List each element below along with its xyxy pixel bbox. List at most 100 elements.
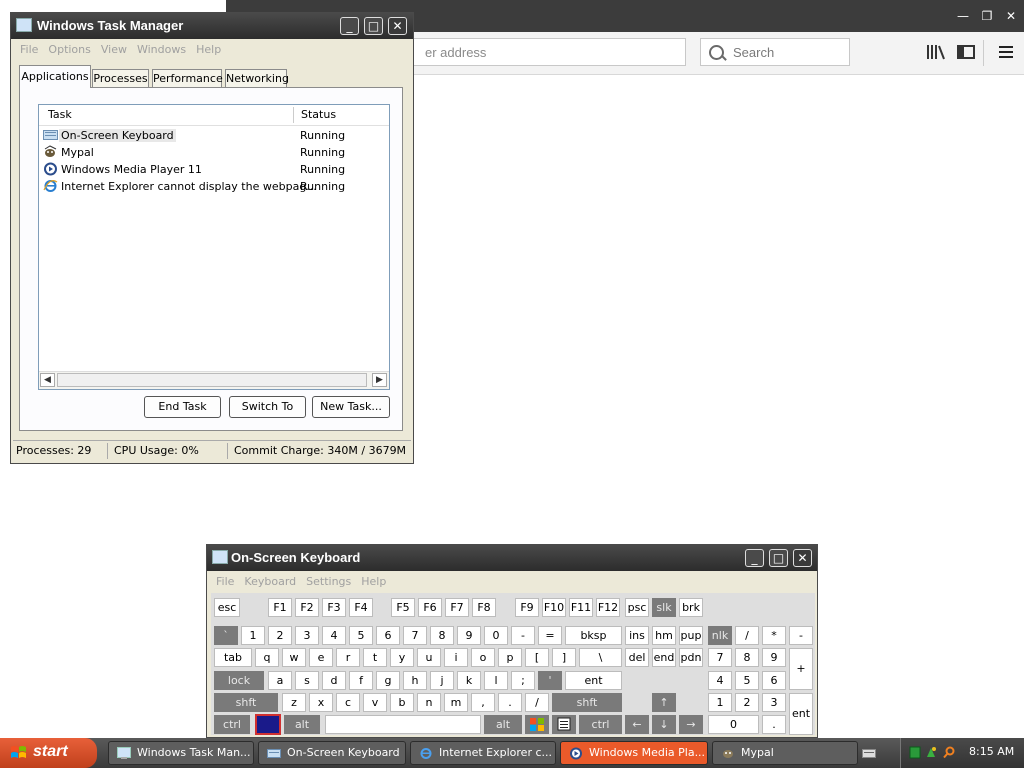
key-n[interactable]: n: [417, 693, 441, 712]
key-slk[interactable]: slk: [652, 598, 676, 617]
key-shift-right[interactable]: shft: [552, 693, 622, 712]
key-f12[interactable]: F12: [596, 598, 620, 617]
sidebar-icon[interactable]: [956, 44, 976, 60]
key-period[interactable]: .: [498, 693, 522, 712]
key-del[interactable]: del: [625, 648, 649, 667]
key-s[interactable]: s: [295, 671, 319, 690]
key-f3[interactable]: F3: [322, 598, 346, 617]
key-5[interactable]: 5: [349, 626, 373, 645]
task-row[interactable]: On-Screen Keyboard Running: [41, 127, 387, 144]
key-backslash[interactable]: \: [579, 648, 622, 667]
osk-menu-help[interactable]: Help: [361, 573, 386, 591]
menu-view[interactable]: View: [101, 41, 127, 59]
key-o[interactable]: o: [471, 648, 495, 667]
key-tab[interactable]: tab: [214, 648, 252, 667]
clock[interactable]: 8:15 AM: [969, 745, 1014, 758]
browser-restore-button[interactable]: ❐: [978, 8, 996, 24]
taskbar-item-ie[interactable]: Internet Explorer c...: [410, 741, 556, 765]
key-6[interactable]: 6: [376, 626, 400, 645]
key-numpad-minus[interactable]: -: [789, 626, 813, 645]
key-pup[interactable]: pup: [679, 626, 703, 645]
key-1[interactable]: 1: [241, 626, 265, 645]
key-0[interactable]: 0: [484, 626, 508, 645]
library-icon[interactable]: [926, 44, 946, 60]
key-numpad-9[interactable]: 9: [762, 648, 786, 667]
key-windows-left[interactable]: [255, 714, 281, 735]
key-w[interactable]: w: [282, 648, 306, 667]
key-windows-right[interactable]: [525, 715, 549, 734]
osk-close-button[interactable]: ✕: [793, 549, 812, 567]
key-equals[interactable]: =: [538, 626, 562, 645]
key-numpad-0[interactable]: 0: [708, 715, 759, 734]
key-bracket-right[interactable]: ]: [552, 648, 576, 667]
key-arrow-left[interactable]: ←: [625, 715, 649, 734]
key-4[interactable]: 4: [322, 626, 346, 645]
key-8[interactable]: 8: [430, 626, 454, 645]
key-l[interactable]: l: [484, 671, 508, 690]
key-esc[interactable]: esc: [214, 598, 240, 617]
key-pdn[interactable]: pdn: [679, 648, 703, 667]
task-row[interactable]: Internet Explorer cannot display the web…: [41, 178, 387, 195]
key-i[interactable]: i: [444, 648, 468, 667]
column-task[interactable]: Task: [48, 108, 72, 121]
key-b[interactable]: b: [390, 693, 414, 712]
key-quote[interactable]: ': [538, 671, 562, 690]
close-button[interactable]: ✕: [388, 17, 407, 35]
key-g[interactable]: g: [376, 671, 400, 690]
key-z[interactable]: z: [282, 693, 306, 712]
tab-applications[interactable]: Applications: [19, 65, 91, 88]
task-list[interactable]: Task Status On-Screen Keyboard Running M…: [38, 104, 390, 390]
key-nlk[interactable]: nlk: [708, 626, 732, 645]
key-y[interactable]: y: [390, 648, 414, 667]
key-semicolon[interactable]: ;: [511, 671, 535, 690]
key-2[interactable]: 2: [268, 626, 292, 645]
key-j[interactable]: j: [430, 671, 454, 690]
taskbar-item-task-manager[interactable]: Windows Task Man...: [108, 741, 254, 765]
key-x[interactable]: x: [309, 693, 333, 712]
keyboard-tray-icon[interactable]: [862, 746, 876, 759]
key-brk[interactable]: brk: [679, 598, 703, 617]
key-3[interactable]: 3: [295, 626, 319, 645]
minimize-button[interactable]: _: [340, 17, 359, 35]
address-bar[interactable]: er address: [410, 38, 686, 66]
key-arrow-up[interactable]: ↑: [652, 693, 676, 712]
horizontal-scrollbar[interactable]: ◀ ▶: [39, 371, 389, 389]
key-f9[interactable]: F9: [515, 598, 539, 617]
end-task-button[interactable]: End Task: [144, 396, 221, 418]
key-arrow-down[interactable]: ↓: [652, 715, 676, 734]
key-numpad-decimal[interactable]: .: [762, 715, 786, 734]
key-f5[interactable]: F5: [391, 598, 415, 617]
taskbar-item-media-player[interactable]: Windows Media Pla...: [560, 741, 708, 765]
key-minus[interactable]: -: [511, 626, 535, 645]
key-numpad-4[interactable]: 4: [708, 671, 732, 690]
key-caps-lock[interactable]: lock: [214, 671, 264, 690]
taskbar-item-mypal[interactable]: Mypal: [712, 741, 858, 765]
scroll-left-icon[interactable]: ◀: [40, 373, 55, 387]
key-comma[interactable]: ,: [471, 693, 495, 712]
key-m[interactable]: m: [444, 693, 468, 712]
key-end[interactable]: end: [652, 648, 676, 667]
browser-close-button[interactable]: ✕: [1002, 8, 1020, 24]
key-numpad-2[interactable]: 2: [735, 693, 759, 712]
task-row[interactable]: Mypal Running: [41, 144, 387, 161]
tab-performance[interactable]: Performance: [152, 69, 223, 87]
maximize-button[interactable]: □: [364, 17, 383, 35]
key-f4[interactable]: F4: [349, 598, 373, 617]
key-bracket-left[interactable]: [: [525, 648, 549, 667]
menu-windows[interactable]: Windows: [137, 41, 186, 59]
key-f8[interactable]: F8: [472, 598, 496, 617]
key-a[interactable]: a: [268, 671, 292, 690]
key-hm[interactable]: hm: [652, 626, 676, 645]
key-ins[interactable]: ins: [625, 626, 649, 645]
key-bksp[interactable]: bksp: [565, 626, 622, 645]
key-numpad-8[interactable]: 8: [735, 648, 759, 667]
key-ctrl-right[interactable]: ctrl: [579, 715, 622, 734]
switch-to-button[interactable]: Switch To: [229, 396, 306, 418]
key-u[interactable]: u: [417, 648, 441, 667]
key-psc[interactable]: psc: [625, 598, 649, 617]
safely-remove-icon[interactable]: [925, 746, 937, 759]
key-f6[interactable]: F6: [418, 598, 442, 617]
osk-menu-keyboard[interactable]: Keyboard: [244, 573, 296, 591]
key-numpad-5[interactable]: 5: [735, 671, 759, 690]
key-h[interactable]: h: [403, 671, 427, 690]
